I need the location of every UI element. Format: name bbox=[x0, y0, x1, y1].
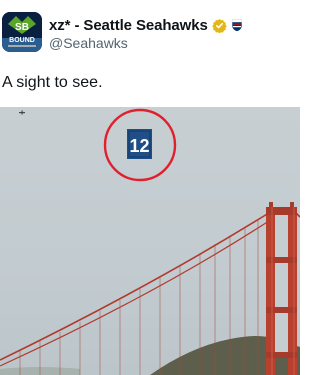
avatar-image: SB BOUND bbox=[2, 12, 42, 52]
user-handle[interactable]: @Seahawks bbox=[49, 35, 128, 51]
display-name[interactable]: xz* - Seattle Seahawks bbox=[49, 17, 208, 34]
avatar[interactable]: SB BOUND bbox=[2, 12, 42, 52]
banner-number: 12 bbox=[129, 136, 149, 156]
tweet-header: SB BOUND xz* - Seattle Seahawks @Seahawk… bbox=[0, 0, 300, 60]
avatar-text-bottom: BOUND bbox=[9, 37, 35, 44]
twelve-banner: 12 bbox=[127, 129, 152, 159]
avatar-text-top: SB bbox=[15, 22, 29, 33]
nfl-shield-icon[interactable] bbox=[231, 18, 243, 32]
tweet-media-image[interactable]: 12 bbox=[0, 107, 300, 375]
name-row: xz* - Seattle Seahawks bbox=[49, 15, 243, 35]
bridge-tower bbox=[266, 202, 297, 375]
golden-gate-photo: 12 bbox=[0, 107, 300, 375]
gold-verified-icon[interactable] bbox=[211, 18, 227, 33]
tweet-text: A sight to see. bbox=[2, 74, 103, 91]
